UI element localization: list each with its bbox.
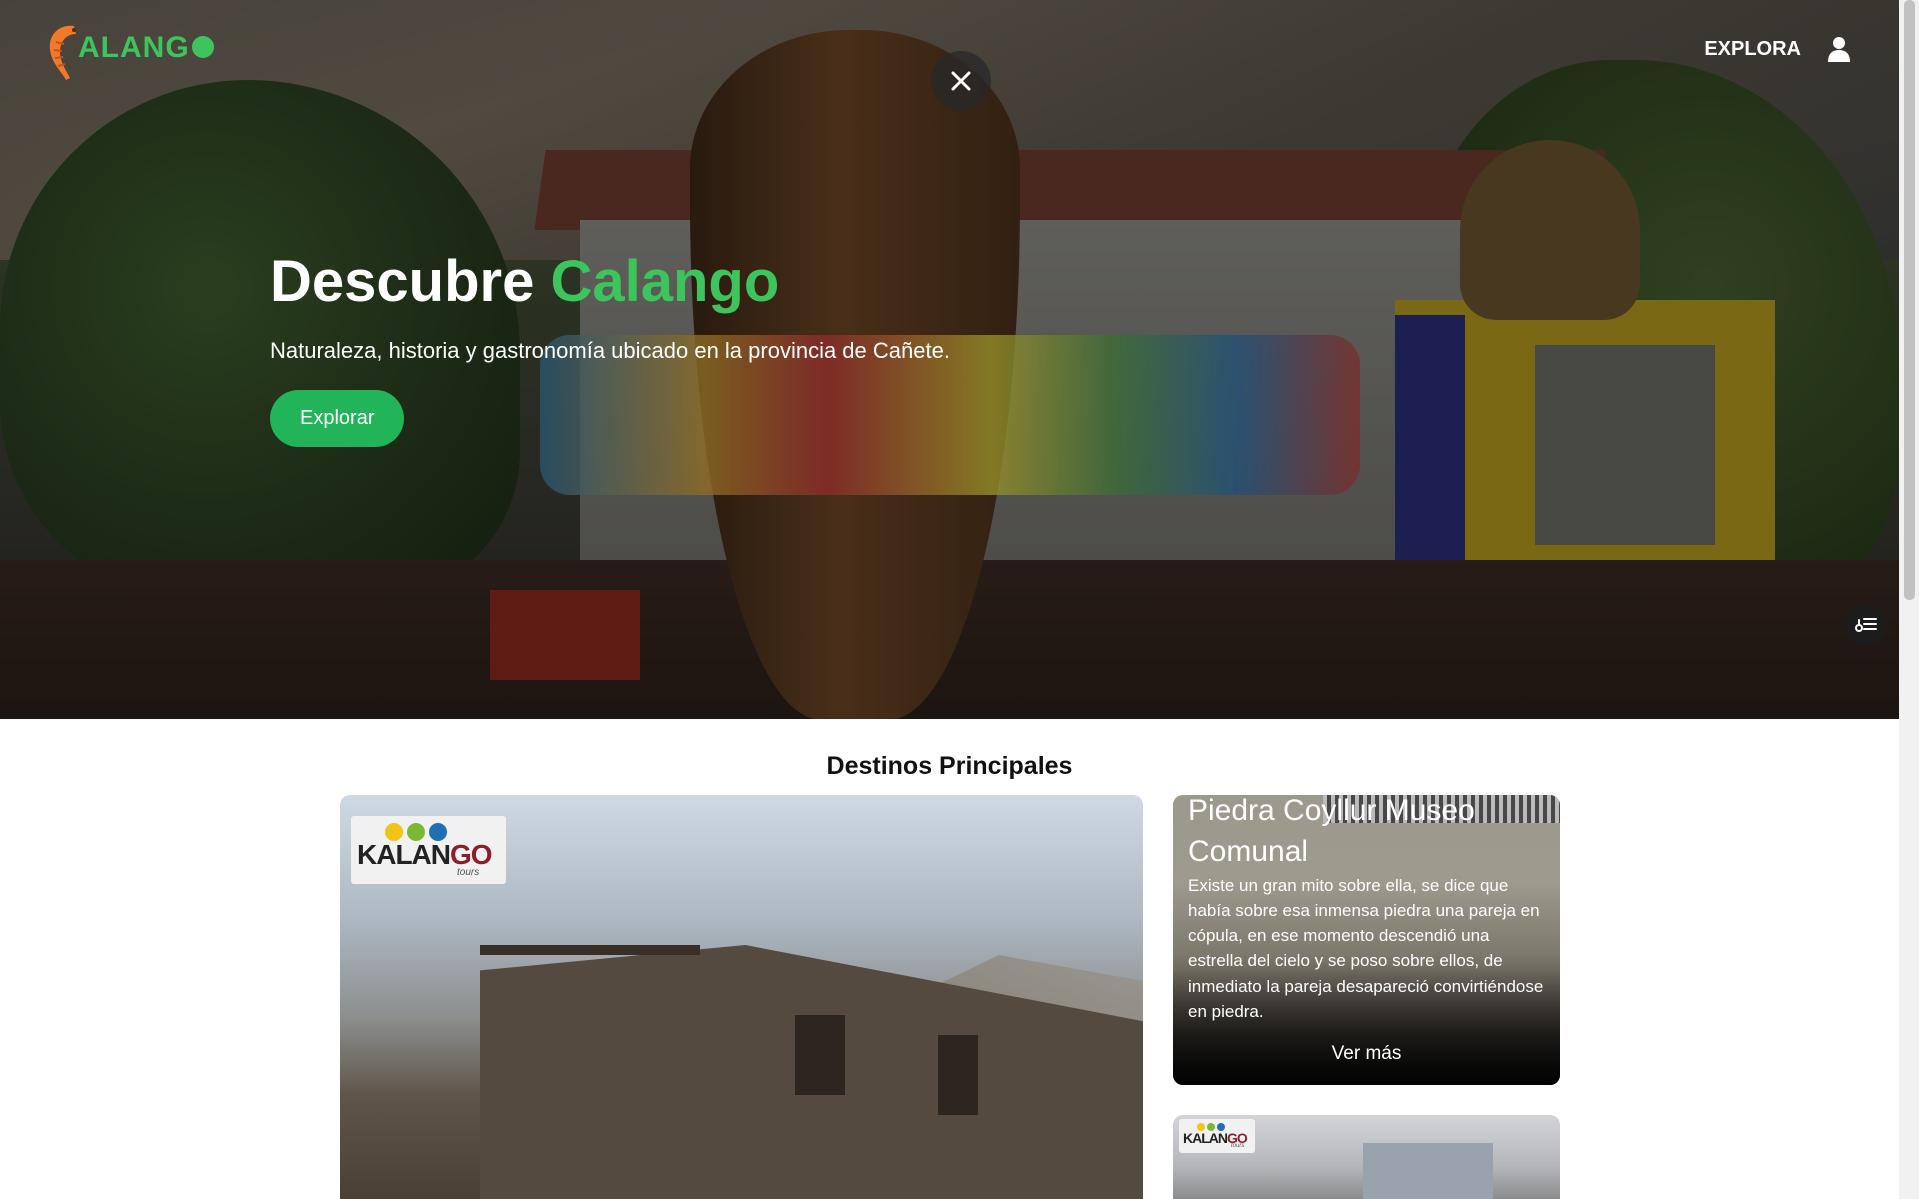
badge-text: KALANGO [357, 838, 493, 870]
user-icon[interactable] [1827, 36, 1851, 62]
destination-card-piedra-coyllur[interactable]: Piedra Coyllur Museo Comunal Existe un g… [1173, 795, 1560, 1085]
shrimp-icon [49, 25, 76, 80]
section-title: Destinos Principales [826, 752, 1073, 780]
logo[interactable]: ALANG [44, 20, 214, 82]
close-icon [951, 71, 971, 91]
badge-subtext: tours [457, 866, 480, 878]
card-image-wall [1363, 1143, 1493, 1199]
destination-title: Piedra Coyllur Museo Comunal [1188, 795, 1475, 868]
hero-title-prefix: Descubre [270, 249, 535, 314]
kalango-tours-badge: KALANGO tours [351, 816, 506, 884]
scrollbar-thumb[interactable] [1904, 0, 1915, 600]
card-image-roof-beam [480, 945, 700, 955]
nav-right: EXPLORA [1704, 36, 1851, 62]
page: ALANG EXPLORA Descubre Calango Naturalez… [0, 0, 1919, 1199]
ver-mas-link[interactable]: Ver más [1173, 1043, 1560, 1065]
close-button[interactable] [931, 51, 991, 111]
filter-list-icon [1855, 618, 1877, 632]
card-image-window [795, 1015, 845, 1095]
badge-subtext: tours [1231, 1143, 1245, 1149]
logo-apple-icon [191, 36, 214, 59]
hero-title-accent: Calango [550, 249, 780, 314]
nav-explora-link[interactable]: EXPLORA [1704, 38, 1801, 61]
explorar-button[interactable]: Explorar [270, 389, 405, 447]
filter-widget-button[interactable] [1845, 604, 1887, 646]
destination-card-main[interactable]: KALANGO tours [340, 795, 1143, 1199]
destination-card-secondary[interactable]: KALANGO tours [1173, 1115, 1560, 1199]
card-image-window [938, 1035, 978, 1115]
hero-title: Descubre Calango [270, 250, 950, 314]
kalango-tours-badge: KALANGO tours [1179, 1119, 1255, 1153]
hero-section: ALANG EXPLORA Descubre Calango Naturalez… [0, 0, 1899, 719]
destination-description: Existe un gran mito sobre ella, se dice … [1188, 876, 1544, 1021]
logo-text: ALANG [78, 31, 214, 65]
hero-content: Descubre Calango Naturaleza, historia y … [270, 250, 950, 447]
hero-subtitle: Naturaleza, historia y gastronomía ubica… [270, 337, 950, 363]
